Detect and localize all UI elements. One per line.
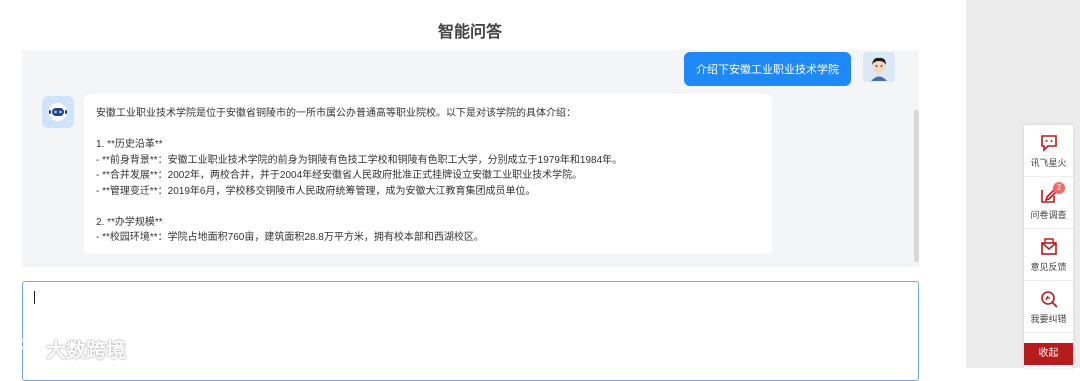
page-title: 智能问答 — [437, 24, 502, 41]
bot-line: 1. **历史沿革** — [96, 139, 163, 150]
mail-icon — [1040, 238, 1057, 255]
bot-line: - **前身背景**：安徽工业职业技术学院的前身为铜陵有色技工学校和铜陵有色职工… — [96, 154, 623, 166]
user-message-bubble: 介绍下安徽工业职业技术学院 — [684, 52, 851, 86]
tool-label: 问卷调查 — [1030, 210, 1067, 220]
chat-panel: 介绍下安徽工业职业技术学院 安徽工业职业技术学院是位于安徽省铜陵市的一所市属公办… — [22, 50, 919, 267]
tool-survey[interactable]: 问卷调查 — [1024, 177, 1073, 229]
chat-scrollbar[interactable] — [914, 110, 919, 262]
main-area: 智能问答 介绍下安徽工业职业技术学院 安徽工业职业技术学院是位于安徽省铜陵市的一… — [0, 0, 966, 381]
question-input[interactable] — [22, 281, 919, 381]
search-icon — [1040, 291, 1058, 308]
bot-message-bubble: 安徽工业职业技术学院是位于安徽省铜陵市的一所市属公办普通高等职业院校。以下是对该… — [84, 94, 772, 254]
collapse-button[interactable]: 收起 — [1024, 343, 1073, 365]
user-avatar-icon — [865, 53, 893, 81]
watermark: 大数跨境 — [8, 334, 126, 363]
tool-label: 讯飞星火 — [1030, 158, 1067, 168]
user-avatar — [863, 52, 895, 82]
chat-icon — [1040, 135, 1057, 152]
tool-xunfei-spark[interactable]: 讯飞星火 — [1024, 125, 1073, 177]
floating-toolbar: 讯飞星火 问卷调查 2 意见反馈 我要纠错 收起 — [1024, 125, 1073, 368]
tool-label: 我要纠错 — [1030, 314, 1067, 324]
tool-feedback[interactable]: 意见反馈 — [1024, 229, 1073, 281]
bot-line: - **合并发展**：2002年，两校合并，并于2004年经安徽省人民政府批准正… — [96, 170, 583, 181]
bot-line-gap — [96, 199, 760, 215]
robot-icon — [49, 103, 67, 121]
notification-badge: 2 — [1053, 182, 1065, 194]
bot-line: - **校园环境**：学院占地面积760亩，建筑面积28.8万平方米，拥有校本部… — [96, 232, 484, 243]
watermark-text: 大数跨境 — [46, 340, 126, 362]
bot-line-gap — [96, 122, 760, 138]
bot-line: 2. **办学规模** — [96, 216, 163, 228]
tool-label: 意见反馈 — [1030, 262, 1067, 272]
bot-line: 安徽工业职业技术学院是位于安徽省铜陵市的一所市属公办普通高等职业院校。以下是对该… — [96, 108, 576, 119]
bot-line: - **管理变迁**：2019年6月，学校移交铜陵市人民政府统筹管理，成为安徽大… — [96, 185, 536, 197]
user-message-row: 介绍下安徽工业职业技术学院 — [684, 52, 895, 86]
watermark-logo-icon — [9, 338, 40, 356]
tool-correction[interactable]: 我要纠错 — [1024, 281, 1073, 333]
bot-avatar — [42, 96, 74, 128]
text-caret — [34, 291, 35, 304]
